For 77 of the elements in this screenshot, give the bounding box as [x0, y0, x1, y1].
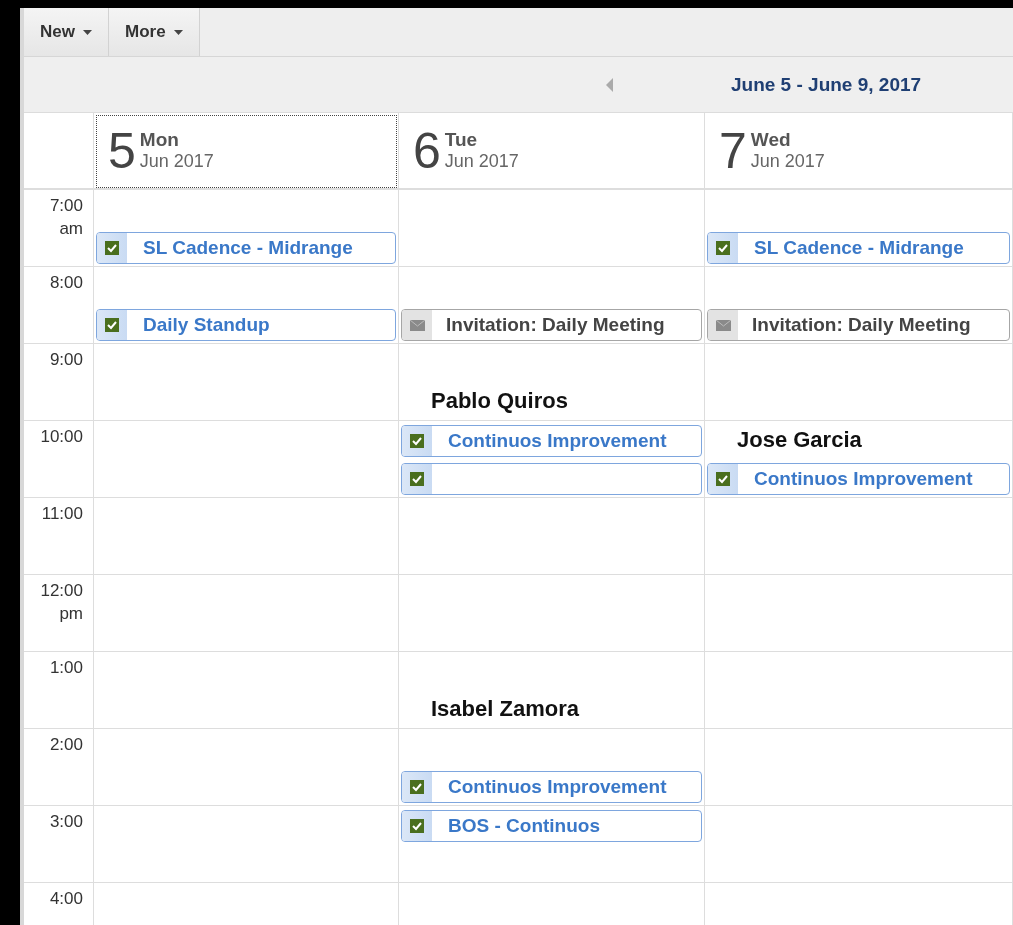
previous-arrow-icon[interactable] — [606, 77, 613, 92]
checkbox-icon — [410, 472, 424, 486]
weekday-label: Mon — [139, 129, 180, 151]
person-name: Jose Garcia — [736, 427, 863, 454]
time-suffix: am — [58, 218, 83, 240]
calendar-event[interactable]: SL Cadence - Midrange — [707, 232, 1010, 264]
time-slot[interactable]: Pablo Quiros — [399, 344, 705, 421]
time-slot[interactable] — [94, 652, 399, 729]
time-slot[interactable] — [705, 729, 1013, 806]
time-label: 8:00 — [48, 272, 83, 294]
menu-button[interactable]: More — [108, 8, 200, 56]
calendar-event[interactable]: Continuos Improvement — [401, 771, 702, 803]
time-slot[interactable]: Continuos Improvement — [399, 421, 705, 498]
time-slot[interactable]: Isabel Zamora — [399, 652, 705, 729]
month-label: Jun 2017 — [444, 151, 519, 172]
calendar-event[interactable]: Invitation: Daily Meeting — [707, 309, 1010, 341]
checkbox-icon — [410, 819, 424, 833]
day-number: 7 — [719, 125, 747, 176]
envelope-icon — [409, 319, 425, 331]
time-slot[interactable] — [705, 652, 1013, 729]
time-slot[interactable] — [94, 729, 399, 806]
time-label: 7:00 — [48, 195, 83, 217]
person-name: Isabel Zamora — [430, 696, 580, 723]
day-number: 5 — [108, 125, 136, 176]
time-label: 1:00 — [48, 657, 83, 679]
calendar-event[interactable]: BOS - Continuos — [401, 810, 702, 842]
time-slot[interactable]: Daily Standup — [94, 267, 399, 344]
time-slot[interactable] — [705, 344, 1013, 421]
time-label: 4:00 — [48, 888, 83, 910]
time-slot[interactable]: Invitation: Daily Meeting — [705, 267, 1013, 344]
checkbox-icon — [105, 318, 119, 332]
time-suffix: pm — [58, 603, 83, 625]
calendar-event[interactable]: Daily Standup — [96, 309, 396, 341]
checkbox-icon — [410, 434, 424, 448]
calendar-event[interactable]: SL Cadence - Midrange — [96, 232, 396, 264]
time-slot[interactable]: BOS - Continuos — [399, 806, 705, 883]
time-slot[interactable]: Invitation: Daily Meeting — [399, 267, 705, 344]
calendar-event[interactable] — [401, 463, 702, 495]
time-label: 2:00 — [48, 734, 83, 756]
time-slot[interactable] — [94, 344, 399, 421]
time-slot[interactable] — [94, 421, 399, 498]
time-slot[interactable] — [94, 575, 399, 652]
time-slot[interactable] — [705, 806, 1013, 883]
caret-icon — [173, 29, 183, 35]
calendar-event[interactable]: Continuos Improvement — [707, 463, 1010, 495]
person-name: Pablo Quiros — [430, 388, 569, 415]
weekday-label: Tue — [444, 129, 479, 151]
time-slot[interactable] — [94, 806, 399, 883]
time-slot[interactable] — [94, 498, 399, 575]
time-label: 12:00 — [39, 580, 83, 602]
time-label: 3:00 — [48, 811, 83, 833]
checkbox-icon — [410, 780, 424, 794]
time-label: 10:00 — [39, 426, 83, 448]
time-label: 9:00 — [48, 349, 83, 371]
caret-icon — [82, 29, 92, 35]
time-slot[interactable] — [705, 575, 1013, 652]
checkbox-icon — [105, 241, 119, 255]
month-label: Jun 2017 — [139, 151, 214, 172]
menu-button[interactable]: New — [24, 8, 109, 56]
checkbox-icon — [716, 472, 730, 486]
time-slot[interactable]: Jose Garcia Continuos Improvement — [705, 421, 1013, 498]
time-slot[interactable]: Continuos Improvement — [399, 729, 705, 806]
date-range-title: June 5 - June 9, 2017 — [731, 73, 922, 96]
time-label: 11:00 — [40, 503, 83, 525]
time-slot[interactable]: SL Cadence - Midrange — [94, 190, 399, 267]
time-slot[interactable]: SL Cadence - Midrange — [705, 190, 1013, 267]
time-slot[interactable] — [399, 498, 705, 575]
calendar-event[interactable]: Continuos Improvement — [401, 425, 702, 457]
day-number: 6 — [413, 125, 441, 176]
time-slot[interactable] — [705, 498, 1013, 575]
calendar-event[interactable]: Invitation: Daily Meeting — [401, 309, 702, 341]
time-slot[interactable] — [399, 575, 705, 652]
weekday-label: Wed — [750, 129, 792, 151]
time-slot[interactable] — [399, 190, 705, 267]
envelope-icon — [715, 319, 731, 331]
month-label: Jun 2017 — [750, 151, 825, 172]
checkbox-icon — [716, 241, 730, 255]
